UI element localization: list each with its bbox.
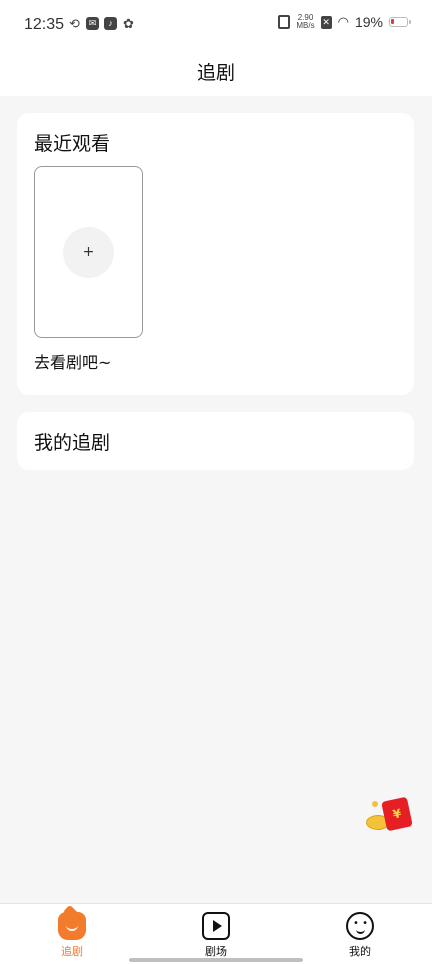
bottom-tab-bar: 追剧 剧场 我的 <box>0 903 432 964</box>
mail-app-icon: ✉ <box>86 17 99 30</box>
sparkle-icon <box>372 801 378 807</box>
my-follow-card[interactable]: 我的追剧 <box>17 412 414 470</box>
battery-percent: 19% <box>354 14 383 30</box>
status-bar: 12:35 ⟲ ✉ ♪ ✿ 2.90 MB/s ✕ ◠ 19% <box>0 0 432 50</box>
add-drama-tile[interactable]: + <box>34 166 143 338</box>
tiktok-app-icon: ♪ <box>104 17 117 30</box>
fan-app-icon: ✿ <box>123 16 134 31</box>
status-indicators: 2.90 MB/s ✕ ◠ 19% <box>278 14 411 30</box>
go-watch-hint: 去看剧吧~ <box>34 353 112 372</box>
network-speed: 2.90 MB/s <box>296 14 314 30</box>
tab-theater-label: 剧场 <box>205 945 227 958</box>
play-icon <box>202 912 230 940</box>
red-packet-icon[interactable]: ¥ <box>364 796 416 835</box>
recent-watch-card: 最近观看 + 去看剧吧~ <box>17 113 414 395</box>
tab-follow[interactable]: 追剧 <box>42 912 102 959</box>
tab-theater[interactable]: 剧场 <box>186 912 246 959</box>
tab-me[interactable]: 我的 <box>330 912 390 959</box>
tab-follow-label: 追剧 <box>61 945 83 958</box>
home-icon <box>58 912 86 940</box>
top-nav-bar: 追剧 <box>0 50 432 96</box>
page-title: 追剧 <box>196 62 235 84</box>
wifi-icon: ◠ <box>337 14 349 29</box>
sync-app-icon: ⟲ <box>69 16 80 31</box>
vibrate-icon <box>278 15 291 29</box>
tab-me-label: 我的 <box>349 945 371 958</box>
profile-face-icon <box>346 912 374 940</box>
my-follow-title: 我的追剧 <box>34 432 111 454</box>
no-sim-icon: ✕ <box>320 15 332 29</box>
home-indicator[interactable] <box>129 958 303 962</box>
network-speed-unit: MB/s <box>296 21 315 30</box>
notification-icons: ⟲ ✉ ♪ ✿ <box>68 17 135 30</box>
recent-watch-title: 最近观看 <box>34 133 111 155</box>
red-envelope-icon: ¥ <box>381 796 413 832</box>
status-time: 12:35 <box>24 16 65 33</box>
plus-icon[interactable]: + <box>63 227 114 278</box>
battery-icon <box>389 17 411 27</box>
